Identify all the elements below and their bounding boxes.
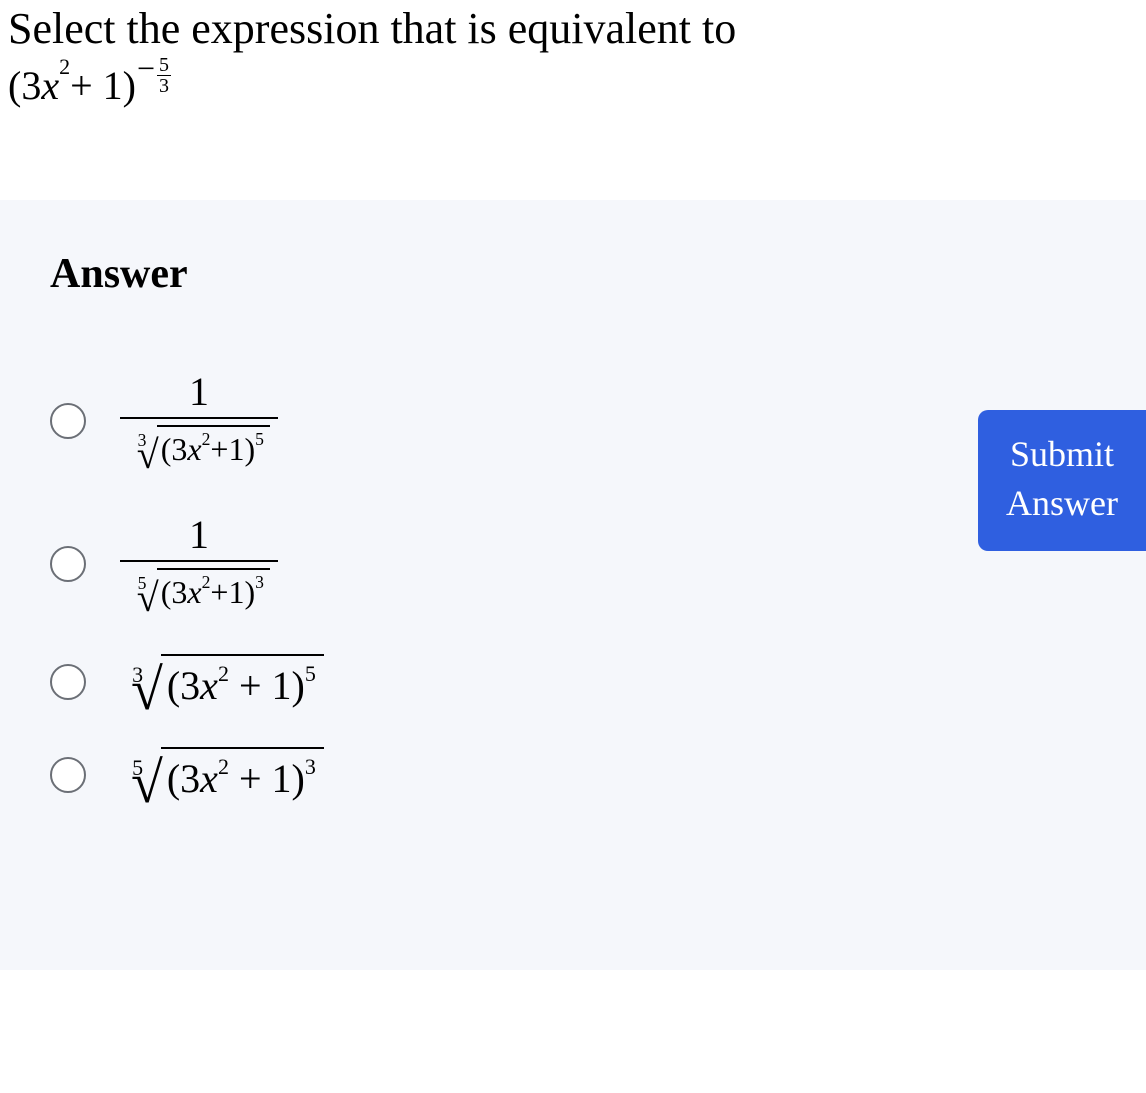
opt1-rad-plus: +1)	[210, 431, 255, 467]
option-1[interactable]: 1 3 √ (3x2+1)5	[50, 368, 1106, 473]
option-2[interactable]: 1 5 √ (3x2+1)3	[50, 511, 1106, 616]
opt4-rad-inner-exp: 2	[218, 754, 229, 779]
option-2-expression: 1 5 √ (3x2+1)3	[120, 511, 278, 616]
opt3-rad-inner-exp: 2	[218, 661, 229, 686]
radio-1[interactable]	[50, 403, 86, 439]
opt1-rad-outer-exp: 5	[255, 429, 264, 449]
question-expression: (3x2 + 1)− 5 3	[0, 57, 1146, 110]
option-4[interactable]: 5 √ (3x2 + 1)3	[50, 747, 1106, 802]
radical-icon: √	[131, 761, 163, 805]
submit-line2: Answer	[1006, 479, 1118, 528]
expr-inner-exp: 2	[59, 54, 70, 80]
option-3-expression: 3 √ (3x2 + 1)5	[120, 654, 324, 709]
opt2-rad-plus: +1)	[210, 574, 255, 610]
opt3-rad-plus: + 1)	[229, 663, 305, 708]
option-4-expression: 5 √ (3x2 + 1)3	[120, 747, 324, 802]
opt4-rad-open: (3	[167, 756, 200, 801]
opt1-rad-inner-exp: 2	[202, 429, 211, 449]
radical-icon: √	[131, 668, 163, 712]
opt3-rad-var: x	[200, 663, 218, 708]
opt4-rad-outer-exp: 3	[305, 754, 316, 779]
submit-line1: Submit	[1006, 430, 1118, 479]
radical-icon: √	[137, 583, 159, 613]
expr-exp-fraction: 5 3	[157, 55, 171, 96]
radio-2[interactable]	[50, 546, 86, 582]
opt3-rad-open: (3	[167, 663, 200, 708]
opt1-numerator: 1	[181, 368, 217, 417]
opt3-rad-outer-exp: 5	[305, 661, 316, 686]
option-1-expression: 1 3 √ (3x2+1)5	[120, 368, 278, 473]
option-3[interactable]: 3 √ (3x2 + 1)5	[50, 654, 1106, 709]
submit-answer-button[interactable]: Submit Answer	[978, 410, 1146, 551]
opt1-rad-open: (3	[161, 431, 188, 467]
answer-heading: Answer	[50, 250, 1106, 298]
opt1-rad-var: x	[187, 431, 201, 467]
opt4-rad-plus: + 1)	[229, 756, 305, 801]
expr-exp-den: 3	[157, 76, 171, 96]
answer-section: Answer 1 3 √ (3x2+1)5	[0, 200, 1146, 970]
radio-4[interactable]	[50, 757, 86, 793]
expr-close: + 1)	[70, 62, 136, 109]
opt2-rad-inner-exp: 2	[202, 572, 211, 592]
opt2-rad-outer-exp: 3	[255, 572, 264, 592]
expr-exp-num: 5	[157, 55, 171, 76]
expr-open: (3	[8, 62, 41, 109]
opt4-rad-var: x	[200, 756, 218, 801]
opt2-numerator: 1	[181, 511, 217, 560]
expr-neg: −	[137, 50, 155, 87]
options-list: 1 3 √ (3x2+1)5	[50, 368, 1106, 802]
expr-var: x	[41, 62, 59, 109]
radical-icon: √	[137, 440, 159, 470]
question-prompt: Select the expression that is equivalent…	[0, 0, 1146, 57]
opt2-rad-var: x	[187, 574, 201, 610]
opt2-rad-open: (3	[161, 574, 188, 610]
radio-3[interactable]	[50, 664, 86, 700]
